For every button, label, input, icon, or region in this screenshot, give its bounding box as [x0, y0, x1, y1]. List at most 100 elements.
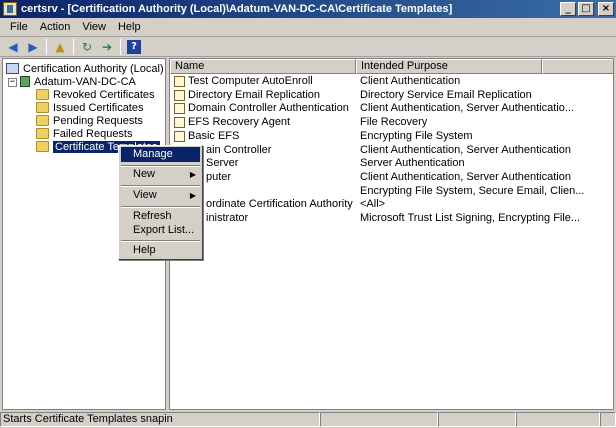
column-header-name[interactable]: Name [170, 59, 356, 74]
submenu-arrow-icon: ▶ [189, 170, 196, 179]
menu-separator [121, 206, 200, 208]
submenu-arrow-icon: ▶ [189, 191, 196, 200]
certificate-template-icon [174, 103, 185, 115]
table-row[interactable]: Basic EFS Encrypting File System [170, 129, 613, 144]
template-name: EFS Recovery Agent [188, 116, 291, 129]
menu-view[interactable]: View [76, 21, 112, 33]
collapse-expander-icon[interactable]: − [8, 78, 17, 87]
template-name: Server [206, 157, 239, 170]
certsrv-app-icon[interactable] [3, 2, 17, 16]
refresh-icon[interactable]: ↻ [78, 39, 96, 55]
close-button[interactable]: × [598, 2, 614, 16]
maximize-button[interactable]: □ [578, 2, 594, 16]
folder-icon [36, 89, 49, 100]
certification-authority-icon [6, 63, 19, 74]
status-panel [516, 412, 600, 427]
tree-item-revoked-certificates[interactable]: Revoked Certificates [36, 88, 155, 101]
status-panel [320, 412, 438, 427]
template-purpose: Client Authentication [360, 75, 461, 87]
status-bar: Starts Certificate Templates snapin [0, 411, 616, 428]
help-icon[interactable]: ? [127, 39, 141, 54]
title-bar[interactable]: certsrv - [Certification Authority (Loca… [0, 0, 616, 18]
menu-bar: File Action View Help [0, 18, 616, 37]
folder-icon [36, 141, 49, 152]
column-header-empty [542, 59, 613, 74]
tree-item-ca[interactable]: Adatum-VAN-DC-CA [20, 75, 136, 88]
template-name: ain Controller [206, 143, 272, 156]
menu-help[interactable]: Help [112, 21, 147, 33]
minimize-button[interactable]: _ [560, 2, 576, 16]
certificate-template-icon [174, 130, 185, 142]
template-purpose: Client Authentication, Server Authentica… [360, 102, 575, 115]
table-row[interactable]: Server Server Authentication [170, 157, 613, 171]
column-header-intended-purpose[interactable]: Intended Purpose [356, 59, 542, 74]
toolbar-separator [73, 38, 74, 55]
folder-icon [36, 102, 49, 113]
template-name: Basic EFS [188, 129, 240, 142]
table-row[interactable]: ain Controller Client Authentication, Se… [170, 143, 613, 158]
template-purpose: Client Authentication, Server Authentica… [360, 170, 571, 183]
tree-item-label: Failed Requests [53, 127, 133, 140]
template-purpose: Directory Service Email Replication [360, 88, 532, 101]
menu-separator [121, 240, 200, 242]
tree-item-label: Adatum-VAN-DC-CA [34, 75, 136, 88]
table-row[interactable]: Domain Controller Authentication Client … [170, 102, 613, 116]
tree-item-root[interactable]: Certification Authority (Local) [6, 62, 164, 75]
template-purpose: Microsoft Trust List Signing, Encrypting… [360, 212, 581, 224]
context-menu-manage[interactable]: Manage [121, 147, 200, 162]
table-row[interactable]: EFS Recovery Agent File Recovery [170, 116, 613, 130]
resize-grip[interactable] [600, 412, 616, 427]
context-menu-export-list[interactable]: Export List... [121, 223, 200, 238]
menu-separator [121, 185, 200, 187]
results-pane[interactable]: Name Intended Purpose Test Computer Auto… [169, 58, 614, 410]
context-menu-view[interactable]: View ▶ [121, 188, 200, 203]
certificate-template-icon [174, 76, 185, 87]
folder-icon [36, 115, 49, 126]
toolbar-separator [46, 38, 47, 55]
menu-file[interactable]: File [4, 21, 34, 33]
context-menu: Manage New ▶ View ▶ Refresh Export List.… [118, 145, 203, 260]
template-purpose: Encrypting File System [360, 129, 473, 142]
template-purpose: <All> [360, 198, 386, 211]
ca-server-icon [20, 76, 30, 87]
up-folder-icon[interactable]: ▲ [51, 39, 69, 55]
template-name: Domain Controller Authentication [188, 102, 349, 115]
tree-item-label: Revoked Certificates [53, 88, 155, 101]
table-row[interactable]: Encrypting File System, Secure Email, Cl… [170, 184, 613, 199]
certificate-template-icon [174, 89, 185, 101]
tree-item-label: Issued Certificates [53, 101, 144, 114]
template-purpose: File Recovery [360, 116, 428, 129]
context-menu-new[interactable]: New ▶ [121, 167, 200, 182]
tree-item-issued-certificates[interactable]: Issued Certificates [36, 101, 143, 114]
back-arrow-icon[interactable]: ◀ [4, 39, 22, 55]
context-menu-help[interactable]: Help [121, 243, 200, 258]
status-text: Starts Certificate Templates snapin [0, 412, 320, 427]
folder-icon [36, 128, 49, 139]
forward-arrow-icon[interactable]: ▶ [24, 39, 42, 55]
menu-item-label: View [133, 189, 157, 201]
window-controls: _ □ × [560, 2, 614, 16]
template-purpose: Encrypting File System, Secure Email, Cl… [360, 184, 585, 197]
export-list-icon[interactable]: ➔ [98, 39, 116, 55]
menu-action[interactable]: Action [34, 21, 77, 33]
toolbar: ◀ ▶ ▲ ↻ ➔ ? [0, 37, 616, 57]
template-name: inistrator [206, 212, 249, 224]
table-row[interactable]: inistrator Microsoft Trust List Signing,… [170, 212, 613, 226]
template-name: Test Computer AutoEnroll [188, 75, 313, 87]
context-menu-refresh[interactable]: Refresh [121, 209, 200, 224]
table-row[interactable]: Directory Email Replication Directory Se… [170, 88, 613, 103]
menu-item-label: New [133, 168, 156, 180]
template-purpose: Client Authentication, Server Authentica… [360, 143, 571, 156]
tree-item-pending-requests[interactable]: Pending Requests [36, 114, 143, 127]
template-name: ordinate Certification Authority [206, 198, 353, 211]
status-panel [438, 412, 516, 427]
template-name: Directory Email Replication [188, 88, 321, 101]
certificate-template-icon [174, 117, 185, 129]
table-row[interactable]: Test Computer AutoEnroll Client Authenti… [170, 75, 613, 89]
toolbar-separator [120, 38, 121, 55]
window-title: certsrv - [Certification Authority (Loca… [21, 3, 453, 15]
table-row[interactable]: puter Client Authentication, Server Auth… [170, 170, 613, 185]
template-name: puter [206, 170, 232, 183]
table-row[interactable]: ordinate Certification Authority <All> [170, 198, 613, 212]
tree-item-failed-requests[interactable]: Failed Requests [36, 127, 133, 140]
